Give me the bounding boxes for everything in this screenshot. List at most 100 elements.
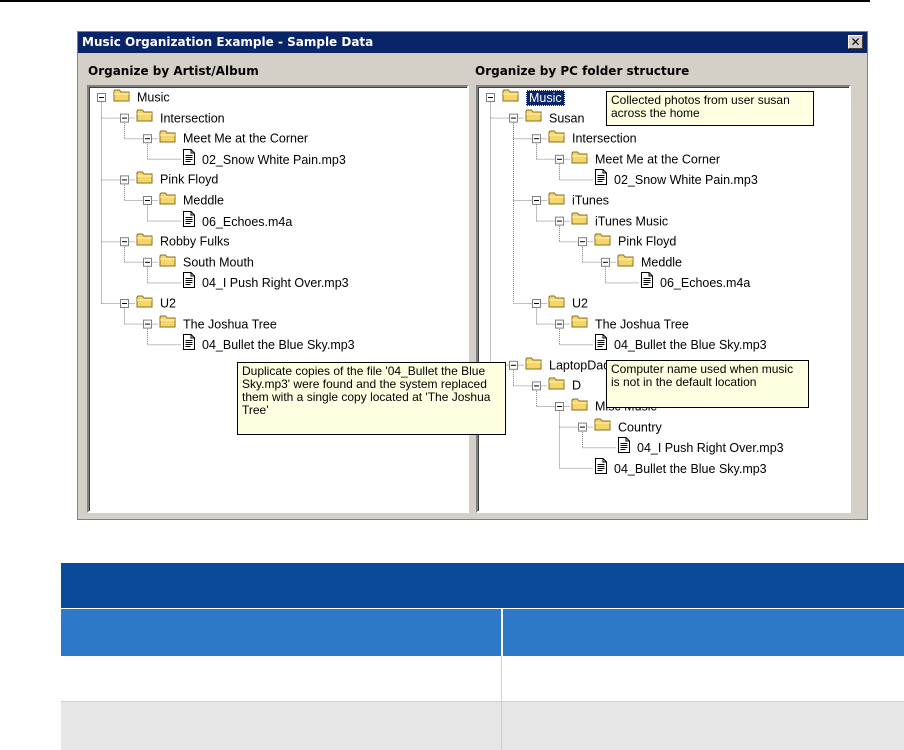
folder-icon: [594, 232, 612, 252]
collapse-box-icon[interactable]: [532, 381, 541, 391]
folder-icon: [571, 211, 589, 231]
column-divider: [501, 609, 503, 656]
close-icon: ✕: [850, 35, 861, 49]
tree-folder-item[interactable]: D: [548, 375, 581, 395]
tree-folder-item[interactable]: Robby Fulks: [136, 231, 229, 251]
folder-icon: [159, 253, 177, 273]
title-bar[interactable]: Music Organization Example - Sample Data…: [78, 32, 867, 53]
table-row: [61, 702, 904, 750]
tree-folder-item[interactable]: iTunes Music: [571, 211, 668, 231]
folder-icon: [548, 129, 566, 149]
left-pane-label: Organize by Artist/Album: [88, 64, 259, 78]
collapse-box-icon[interactable]: [509, 113, 518, 123]
tree-item-label: Intersection: [160, 111, 225, 126]
tree-item-label: The Joshua Tree: [183, 317, 277, 332]
collapse-box-icon[interactable]: [555, 154, 564, 164]
tree-item-label: Pink Floyd: [160, 173, 219, 188]
tree-folder-item[interactable]: iTunes: [548, 190, 609, 210]
folder-icon: [159, 314, 177, 334]
folder-icon: [548, 294, 566, 314]
tree-item-label: 02_Snow White Pain.mp3: [614, 173, 758, 188]
collapse-box-icon[interactable]: [555, 319, 564, 329]
tree-folder-item[interactable]: Music: [113, 87, 170, 107]
collapse-box-icon[interactable]: [120, 113, 129, 123]
tree-item-label: 04_Bullet the Blue Sky.mp3: [614, 461, 767, 476]
table-row: [61, 656, 904, 702]
table-header-bar: [61, 563, 904, 608]
file-icon: [640, 272, 654, 294]
tree-item-label: LaptopDad: [549, 358, 611, 373]
tree-file-item[interactable]: 02_Snow White Pain.mp3: [182, 148, 346, 169]
collapse-box-icon[interactable]: [532, 299, 541, 308]
file-icon: [182, 272, 196, 294]
collapse-box-icon[interactable]: [578, 422, 587, 432]
column-divider: [501, 702, 502, 750]
tree-item-label: Meddle: [641, 255, 682, 270]
collapse-box-icon[interactable]: [509, 360, 518, 370]
collapse-box-icon[interactable]: [143, 257, 152, 267]
collapse-box-icon[interactable]: [143, 319, 152, 329]
tree-folder-item[interactable]: Meet Me at the Corner: [159, 128, 308, 148]
tree-folder-item[interactable]: U2: [136, 293, 176, 313]
tree-folder-item[interactable]: Music: [502, 87, 565, 107]
tree-item-label: iTunes: [572, 193, 610, 208]
tree-file-item[interactable]: 04_Bullet the Blue Sky.mp3: [182, 334, 355, 354]
collapse-box-icon[interactable]: [532, 134, 541, 144]
tree-item-label: U2: [160, 296, 176, 311]
tree-folder-item[interactable]: U2: [548, 293, 588, 313]
tree-item-label: 04_I Push Right Over.mp3: [202, 276, 349, 291]
collapse-box-icon[interactable]: [555, 402, 564, 411]
tree-item-label: Music: [137, 90, 170, 105]
close-button[interactable]: ✕: [848, 35, 863, 49]
file-icon: [594, 457, 608, 480]
tree-item-label: 02_Snow White Pain.mp3: [202, 152, 346, 167]
window-title: Music Organization Example - Sample Data: [82, 35, 374, 49]
collapse-box-icon[interactable]: [486, 93, 495, 102]
collapse-box-icon[interactable]: [120, 175, 129, 185]
tree-folder-item[interactable]: Susan: [525, 108, 584, 128]
tree-item-label: 06_Echoes.m4a: [202, 214, 293, 229]
file-icon: [594, 334, 608, 356]
tree-folder-item[interactable]: The Joshua Tree: [571, 314, 689, 334]
collapse-box-icon[interactable]: [555, 216, 564, 226]
computer-name-tooltip: Computer name used when music is not in …: [606, 360, 809, 408]
tree-file-item[interactable]: 06_Echoes.m4a: [640, 272, 750, 292]
tree-item-label: Music: [526, 89, 565, 106]
tree-item-label: Meet Me at the Corner: [595, 152, 721, 167]
tree-folder-item[interactable]: Pink Floyd: [136, 169, 218, 189]
collapse-box-icon[interactable]: [143, 196, 152, 205]
tree-folder-item[interactable]: The Joshua Tree: [159, 314, 277, 334]
tree-folder-item[interactable]: Intersection: [136, 108, 225, 128]
file-icon: [182, 334, 196, 356]
artist-album-tree[interactable]: Music Intersection Meet Me at the Corner 02…: [87, 85, 469, 513]
folder-icon: [594, 417, 612, 437]
tree-file-item[interactable]: 04_Bullet the Blue Sky.mp3: [594, 457, 767, 480]
tree-item-label: U2: [572, 296, 588, 311]
user-tooltip: Collected photos from user susan across …: [606, 91, 814, 126]
collapse-box-icon[interactable]: [120, 299, 129, 308]
tree-folder-item[interactable]: Meddle: [617, 252, 682, 272]
collapse-box-icon[interactable]: [578, 237, 587, 247]
tree-folder-item[interactable]: Meet Me at the Corner: [571, 149, 720, 169]
tree-file-item[interactable]: 04_I Push Right Over.mp3: [182, 272, 349, 292]
pc-folder-tree[interactable]: Music Susan Intersection Meet Me at the Cor…: [476, 85, 851, 513]
tree-file-item[interactable]: 04_I Push Right Over.mp3: [617, 437, 784, 457]
tree-folder-item[interactable]: Pink Floyd: [594, 231, 676, 251]
collapse-box-icon[interactable]: [97, 93, 106, 102]
tree-folder-item[interactable]: LaptopDad: [525, 355, 610, 375]
tree-folder-item[interactable]: Country: [594, 417, 662, 437]
folder-icon: [525, 108, 543, 128]
folder-icon: [571, 397, 589, 417]
tree-file-item[interactable]: 04_Bullet the Blue Sky.mp3: [594, 334, 767, 354]
collapse-box-icon[interactable]: [532, 196, 541, 205]
tree-item-label: Country: [618, 420, 662, 435]
tree-file-item[interactable]: 02_Snow White Pain.mp3: [594, 169, 758, 189]
tree-folder-item[interactable]: Meddle: [159, 190, 224, 210]
collapse-box-icon[interactable]: [120, 237, 129, 247]
collapse-box-icon[interactable]: [601, 257, 610, 267]
tree-file-item[interactable]: 06_Echoes.m4a: [182, 210, 293, 231]
tree-folder-item[interactable]: South Mouth: [159, 252, 254, 272]
tree-folder-item[interactable]: Intersection: [548, 128, 637, 148]
collapse-box-icon[interactable]: [143, 134, 152, 144]
tree-item-label: D: [572, 379, 582, 394]
